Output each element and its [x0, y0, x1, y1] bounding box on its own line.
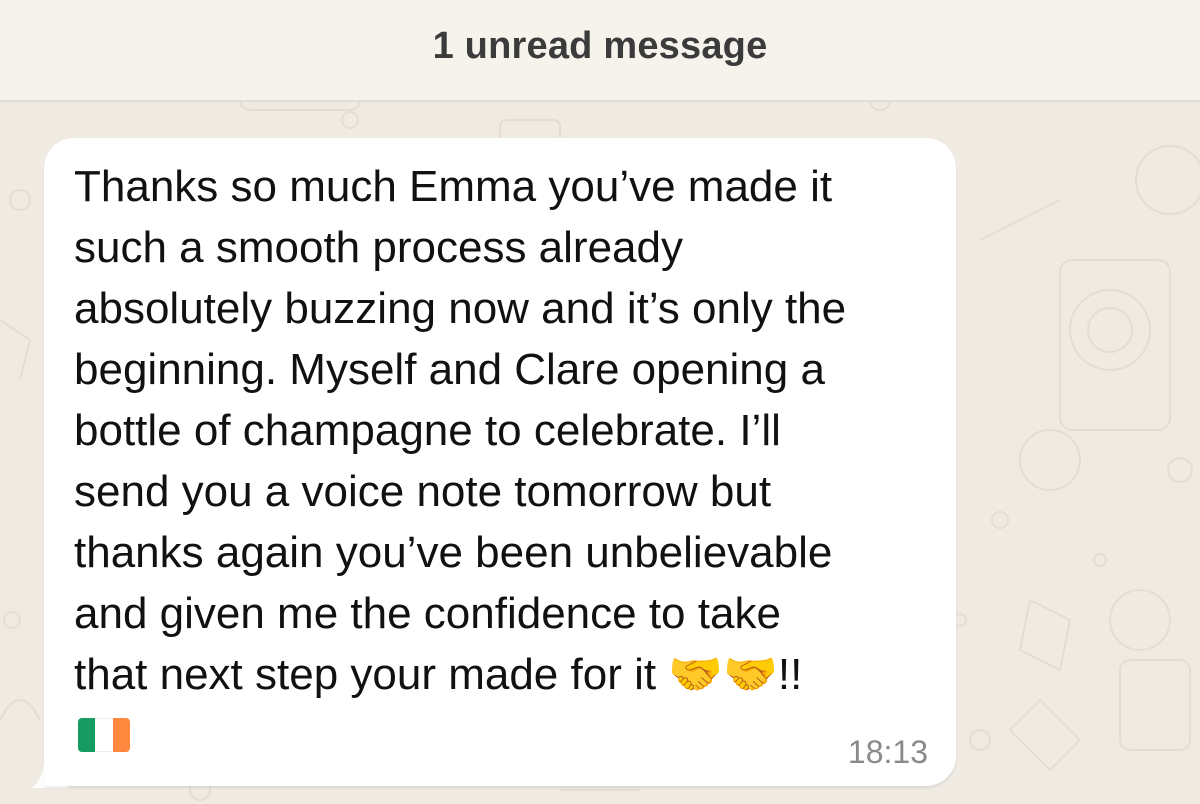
unread-messages-label: 1 unread message [432, 24, 768, 67]
ireland-flag-icon [78, 718, 130, 752]
unread-messages-banner: 1 unread message [0, 0, 1200, 102]
message-text: Thanks so much Emma you’ve made it such … [74, 162, 847, 699]
message-timestamp: 18:13 [847, 734, 928, 770]
